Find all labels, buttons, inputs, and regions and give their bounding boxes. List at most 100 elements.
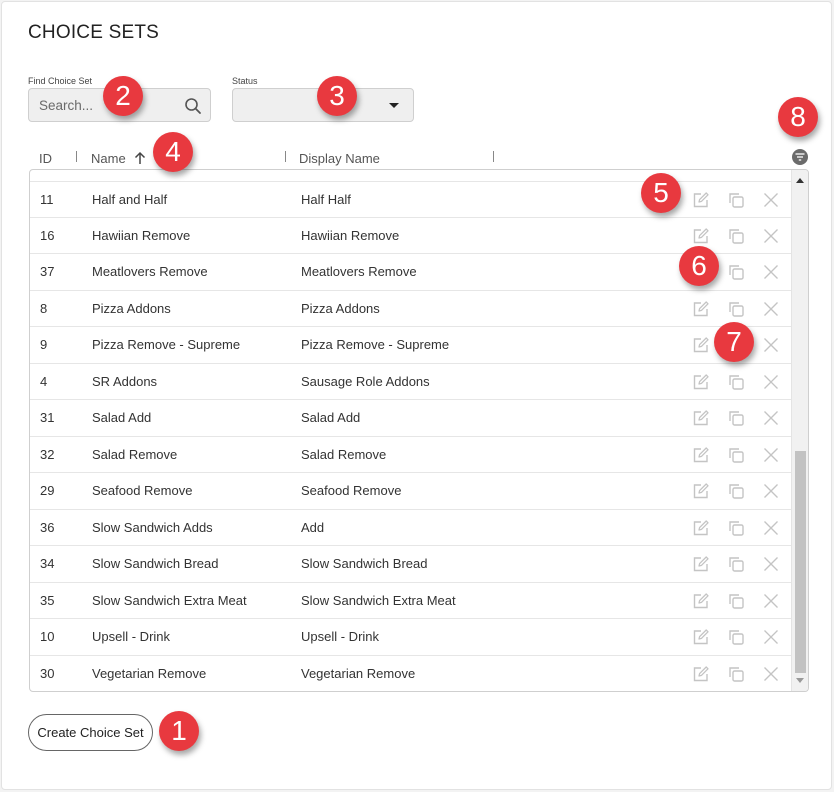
delete-icon[interactable] bbox=[762, 227, 780, 245]
cell-name: Upsell - Drink bbox=[92, 629, 171, 644]
cell-name: Half and Half bbox=[92, 192, 168, 207]
delete-icon[interactable] bbox=[762, 628, 780, 646]
cell-id: 35 bbox=[40, 592, 55, 608]
search-icon[interactable] bbox=[184, 97, 202, 115]
delete-icon[interactable] bbox=[762, 555, 780, 573]
table-row[interactable]: 9 Pizza Remove - Supreme Pizza Remove - … bbox=[30, 327, 791, 364]
copy-icon[interactable] bbox=[727, 300, 745, 318]
annotation-badge-7: 7 bbox=[714, 322, 754, 362]
delete-icon[interactable] bbox=[762, 482, 780, 500]
cell-display-name: Half Half bbox=[301, 192, 351, 207]
cell-name: Salad Add bbox=[92, 410, 152, 425]
edit-icon[interactable] bbox=[692, 665, 710, 683]
status-label: Status bbox=[232, 76, 258, 86]
table-row[interactable]: 4 SR Addons Sausage Role Addons bbox=[30, 364, 791, 400]
delete-icon[interactable] bbox=[762, 665, 780, 683]
table-row[interactable]: 36 Slow Sandwich Adds Add bbox=[30, 510, 791, 546]
scrollbar-thumb[interactable] bbox=[795, 451, 806, 673]
edit-icon[interactable] bbox=[692, 592, 710, 610]
copy-icon[interactable] bbox=[727, 263, 745, 281]
column-resize-handle[interactable] bbox=[76, 151, 77, 162]
edit-icon[interactable] bbox=[692, 191, 710, 209]
table-row[interactable]: 32 Salad Remove Salad Remove bbox=[30, 437, 791, 473]
copy-icon[interactable] bbox=[727, 446, 745, 464]
delete-icon[interactable] bbox=[762, 446, 780, 464]
copy-icon[interactable] bbox=[727, 482, 745, 500]
cell-name: Slow Sandwich Bread bbox=[92, 556, 219, 571]
delete-icon[interactable] bbox=[762, 373, 780, 391]
cell-name: Hawiian Remove bbox=[92, 227, 191, 243]
copy-icon[interactable] bbox=[727, 665, 745, 683]
cell-display-name: Add bbox=[301, 519, 325, 535]
cell-display-name: Salad Remove bbox=[301, 446, 387, 462]
cell-display-name: Upsell - Drink bbox=[301, 629, 380, 644]
cell-name: SR Addons bbox=[92, 373, 158, 389]
cell-name: Meatlovers Remove bbox=[92, 264, 208, 279]
table-row[interactable]: 37 Meatlovers Remove Meatlovers Remove bbox=[30, 254, 791, 291]
table-row[interactable]: 34 Slow Sandwich Bread Slow Sandwich Bre… bbox=[30, 546, 791, 583]
delete-icon[interactable] bbox=[762, 336, 780, 354]
copy-icon[interactable] bbox=[727, 409, 745, 427]
cell-name: Pizza Addons bbox=[92, 300, 171, 316]
column-header-id[interactable]: ID bbox=[39, 151, 52, 166]
table-row[interactable]: 8 Pizza Addons Pizza Addons bbox=[30, 291, 791, 327]
search-label: Find Choice Set bbox=[28, 76, 93, 86]
cell-display-name: Slow Sandwich Extra Meat bbox=[301, 592, 456, 608]
copy-icon[interactable] bbox=[727, 227, 745, 245]
copy-icon[interactable] bbox=[727, 628, 745, 646]
delete-icon[interactable] bbox=[762, 409, 780, 427]
column-filter-icon[interactable] bbox=[792, 149, 808, 165]
table-row[interactable]: 16 Hawiian Remove Hawiian Remove bbox=[30, 218, 791, 254]
edit-icon[interactable] bbox=[692, 555, 710, 573]
copy-icon[interactable] bbox=[727, 592, 745, 610]
annotation-badge-5: 5 bbox=[641, 173, 681, 213]
delete-icon[interactable] bbox=[762, 592, 780, 610]
delete-icon[interactable] bbox=[762, 519, 780, 537]
column-header-name[interactable]: Name bbox=[91, 151, 126, 166]
edit-icon[interactable] bbox=[692, 373, 710, 391]
delete-icon[interactable] bbox=[762, 300, 780, 318]
table-row[interactable]: 10 Upsell - Drink Upsell - Drink bbox=[30, 619, 791, 656]
edit-icon[interactable] bbox=[692, 227, 710, 245]
cell-id: 37 bbox=[40, 264, 55, 279]
create-choice-set-button[interactable]: Create Choice Set bbox=[28, 714, 153, 751]
delete-icon[interactable] bbox=[762, 263, 780, 281]
scroll-down-icon[interactable] bbox=[796, 678, 804, 683]
edit-icon[interactable] bbox=[692, 519, 710, 537]
chevron-down-icon bbox=[389, 103, 399, 108]
edit-icon[interactable] bbox=[692, 300, 710, 318]
table-row[interactable]: 30 Vegetarian Remove Vegetarian Remove bbox=[30, 656, 791, 692]
copy-icon[interactable] bbox=[727, 373, 745, 391]
column-resize-handle[interactable] bbox=[285, 151, 286, 162]
annotation-badge-2: 2 bbox=[103, 76, 143, 116]
cell-display-name: Pizza Remove - Supreme bbox=[301, 337, 450, 352]
cell-display-name: Pizza Addons bbox=[301, 300, 380, 316]
cell-id: 32 bbox=[40, 446, 55, 462]
edit-icon[interactable] bbox=[692, 336, 710, 354]
edit-icon[interactable] bbox=[692, 446, 710, 464]
cell-display-name: Meatlovers Remove bbox=[301, 264, 417, 279]
cell-name: Slow Sandwich Adds bbox=[92, 519, 213, 535]
copy-icon[interactable] bbox=[727, 555, 745, 573]
sort-ascending-icon[interactable] bbox=[133, 150, 147, 166]
delete-icon[interactable] bbox=[762, 191, 780, 209]
page-title: CHOICE SETS bbox=[28, 22, 159, 43]
copy-icon[interactable] bbox=[727, 191, 745, 209]
table-row[interactable]: 29 Seafood Remove Seafood Remove bbox=[30, 473, 791, 510]
scroll-up-icon[interactable] bbox=[796, 178, 804, 183]
cell-id: 9 bbox=[40, 337, 48, 352]
table-body: 11 Half and Half Half Half 16 Hawiian Re… bbox=[30, 181, 791, 692]
edit-icon[interactable] bbox=[692, 482, 710, 500]
cell-id: 34 bbox=[40, 556, 55, 571]
column-resize-handle[interactable] bbox=[493, 151, 494, 162]
annotation-badge-3: 3 bbox=[317, 76, 357, 116]
copy-icon[interactable] bbox=[727, 519, 745, 537]
edit-icon[interactable] bbox=[692, 628, 710, 646]
table-row[interactable]: 31 Salad Add Salad Add bbox=[30, 400, 791, 437]
annotation-badge-8: 8 bbox=[778, 97, 818, 137]
column-header-display-name[interactable]: Display Name bbox=[299, 151, 380, 166]
vertical-scrollbar[interactable] bbox=[791, 170, 808, 691]
table-row[interactable]: 35 Slow Sandwich Extra Meat Slow Sandwic… bbox=[30, 583, 791, 619]
edit-icon[interactable] bbox=[692, 409, 710, 427]
annotation-badge-1: 1 bbox=[159, 711, 199, 751]
